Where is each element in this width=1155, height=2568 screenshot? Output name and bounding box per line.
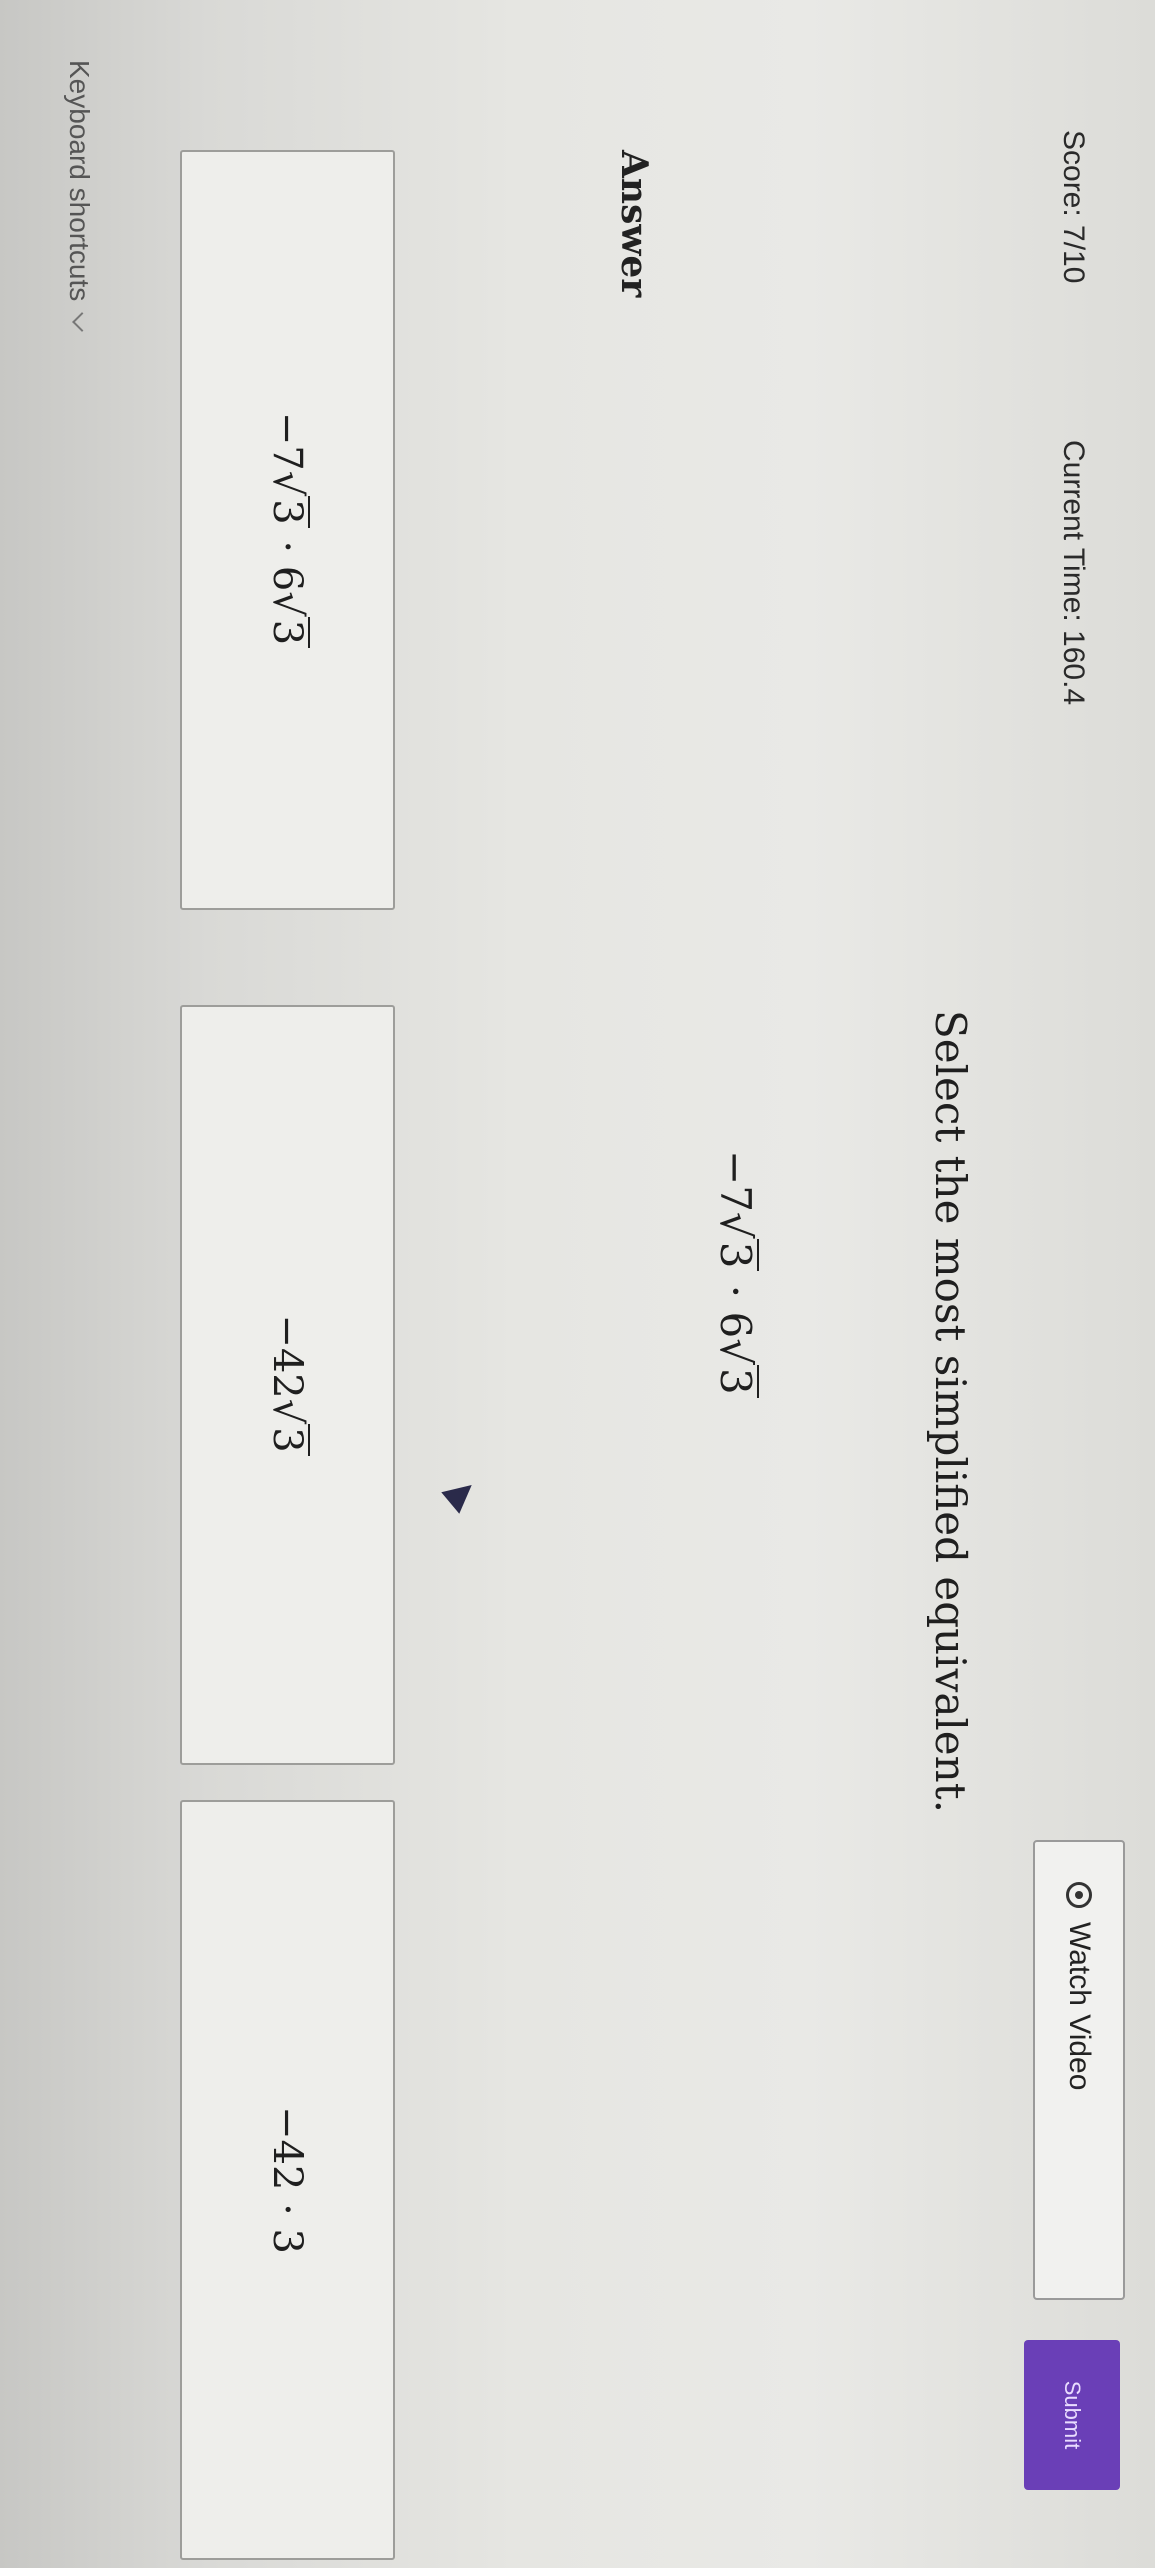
keyboard-shortcuts-label: Keyboard shortcuts	[64, 60, 95, 302]
expression-coefficient-2: 6	[711, 1311, 760, 1339]
answer-choice-2[interactable]: −42 √3	[180, 1005, 395, 1765]
expression-coefficient-1: −7	[711, 1150, 760, 1212]
watch-video-label: Watch Video	[1063, 1922, 1096, 2091]
choice-2-radicand: 3	[265, 1424, 311, 1456]
choice-1-radical-2: √3	[265, 591, 311, 649]
keyboard-shortcuts-toggle[interactable]: Keyboard shortcuts	[63, 60, 95, 333]
multiply-dot: ·	[711, 1284, 760, 1299]
radical-1: √3	[711, 1212, 760, 1272]
choice-2-coefficient: −42	[264, 1314, 311, 1399]
question-expression: −7√3 · 6√3	[711, 1150, 760, 1398]
current-time-text: Current Time: 160.4	[1057, 440, 1090, 706]
choice-1-coefficient-1: −7	[264, 411, 311, 471]
choice-1-coefficient-2: 6	[264, 565, 311, 592]
choice-2-radical: √3	[265, 1399, 311, 1456]
answer-choice-1[interactable]: −7 √3 · 6 √3	[180, 150, 395, 910]
radical-2: √3	[711, 1338, 760, 1398]
choice-3-text: −42 · 3	[264, 2105, 311, 2254]
score-text: Score: 7/10	[1057, 130, 1090, 284]
answer-choice-3[interactable]: −42 · 3	[180, 1800, 395, 2560]
radicand-1: 3	[711, 1238, 760, 1272]
choice-1-radicand-1: 3	[265, 496, 311, 528]
question-page: Score: 7/10 Current Time: 160.4 Watch Vi…	[0, 0, 1155, 2568]
choice-1-radical-1: √3	[265, 471, 311, 528]
radicand-2: 3	[711, 1365, 760, 1398]
choice-1-multiply-dot: ·	[264, 540, 311, 554]
radio-dot-icon	[1066, 1882, 1092, 1908]
choice-1-radicand-2: 3	[265, 616, 311, 649]
watch-video-button[interactable]: Watch Video	[1033, 1840, 1125, 2300]
answer-label: Answer	[613, 150, 655, 298]
question-prompt: Select the most simplified equivalent.	[926, 1010, 975, 1813]
mouse-pointer-icon	[441, 1474, 481, 1514]
submit-button[interactable]: Submit	[1024, 2340, 1120, 2490]
chevron-down-icon	[72, 312, 92, 333]
